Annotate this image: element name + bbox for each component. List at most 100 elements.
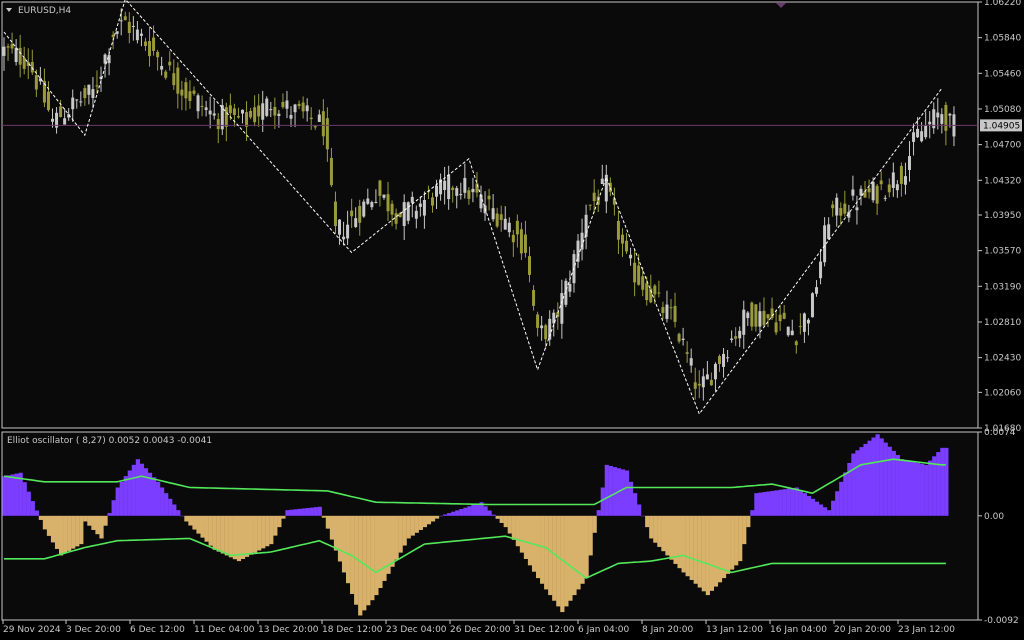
histogram-bar — [911, 462, 917, 516]
histogram-bar — [717, 515, 723, 583]
histogram-bar — [467, 506, 472, 516]
histogram-bar — [123, 476, 128, 516]
symbol-label: EURUSD,H4 — [18, 6, 71, 16]
histogram-bar — [592, 515, 597, 533]
histogram-bar — [382, 515, 387, 581]
histogram-bar — [139, 463, 145, 516]
histogram-bar — [244, 515, 250, 557]
histogram-bar — [398, 515, 403, 553]
histogram-bar — [814, 501, 820, 516]
time-tick-label: 16 Jan 04:00 — [770, 625, 827, 635]
histogram-bar — [285, 510, 290, 516]
histogram-bar — [91, 515, 96, 530]
histogram-bar — [653, 515, 658, 543]
histogram-bar — [103, 515, 108, 526]
histogram-bar — [176, 510, 181, 516]
histogram-bar — [790, 488, 795, 516]
histogram-bar — [434, 515, 440, 519]
histogram-bar — [451, 511, 456, 516]
histogram-bar — [156, 481, 161, 516]
main-pane[interactable] — [1, 1, 979, 429]
histogram-bar — [689, 515, 694, 580]
histogram-bar — [63, 515, 68, 554]
price-tick-label: 1.06220 — [984, 0, 1021, 8]
histogram-bar — [499, 515, 504, 523]
price-tick-label: 1.04700 — [984, 141, 1021, 151]
histogram-bar — [366, 515, 371, 606]
histogram-bar — [224, 515, 229, 556]
histogram-bar — [483, 506, 488, 516]
time-tick-label: 23 Jan 12:00 — [898, 625, 955, 635]
histogram-bar — [920, 463, 925, 516]
histogram-bar — [782, 489, 787, 516]
histogram-bar — [637, 504, 642, 516]
histogram-bar — [333, 515, 339, 551]
histogram-bar — [685, 515, 690, 577]
histogram-bar — [475, 503, 480, 516]
histogram-bar — [560, 515, 565, 613]
histogram-bar — [2, 476, 7, 516]
histogram-bar — [556, 515, 561, 607]
histogram-bar — [71, 515, 76, 549]
histogram-bar — [216, 515, 221, 552]
histogram-bar — [936, 452, 941, 516]
current-price-label: 1.04905 — [983, 121, 1020, 131]
histogram-bar — [879, 438, 884, 516]
histogram-bar — [38, 515, 43, 520]
time-tick-label: 31 Dec 12:00 — [514, 625, 575, 635]
histogram-bar — [418, 515, 423, 530]
time-tick-label: 23 Dec 04:00 — [386, 625, 447, 635]
histogram-bar — [95, 515, 100, 535]
histogram-bar — [289, 509, 294, 516]
histogram-bar — [806, 495, 812, 516]
histogram-bar — [871, 437, 876, 516]
histogram-bar — [204, 515, 209, 542]
histogram-bar — [867, 440, 872, 516]
histogram-bar — [26, 491, 31, 516]
histogram-bar — [572, 515, 577, 596]
histogram-bar — [576, 515, 581, 590]
histogram-bar — [548, 515, 553, 596]
histogram-bar — [111, 500, 116, 516]
histogram-bar — [297, 508, 302, 516]
histogram-bar — [208, 515, 213, 546]
price-tick-label: 1.04320 — [984, 176, 1021, 186]
histogram-bar — [273, 515, 278, 536]
histogram-bar — [758, 492, 763, 516]
candle — [362, 199, 366, 218]
histogram-bar — [855, 450, 860, 516]
histogram-bar — [67, 515, 72, 551]
histogram-bar — [665, 515, 670, 556]
histogram-bar — [184, 515, 189, 522]
price-tick-label: 1.05460 — [984, 69, 1021, 79]
histogram-bar — [127, 470, 132, 516]
oscillator-tick-label: 0.00 — [984, 512, 1004, 522]
histogram-bar — [265, 515, 270, 547]
histogram-bar — [649, 515, 654, 539]
trading-chart[interactable]: 1.06220 1.05840 1.05460 1.05080 1.04700 1.043… — [0, 0, 1024, 640]
histogram-bar — [766, 491, 771, 516]
histogram-bar — [738, 515, 743, 562]
histogram-bar — [79, 515, 84, 545]
histogram-bar — [677, 515, 682, 569]
histogram-bar — [228, 515, 233, 558]
histogram-bar — [200, 515, 205, 538]
histogram-bar — [394, 515, 399, 560]
histogram-bar — [42, 515, 48, 530]
histogram-bar — [6, 475, 11, 516]
histogram-bar — [293, 509, 298, 516]
histogram-bar — [818, 504, 824, 516]
histogram-bar — [851, 453, 856, 516]
histogram-bar — [341, 515, 347, 573]
histogram-bar — [269, 515, 274, 545]
histogram-bar — [778, 489, 783, 516]
histogram-bar — [552, 515, 557, 601]
oscillator-pane[interactable] — [1, 431, 979, 621]
histogram-bar — [669, 515, 674, 560]
histogram-bar — [46, 515, 52, 536]
histogram-bar — [261, 515, 266, 549]
histogram-bar — [172, 504, 177, 516]
histogram-bar — [596, 510, 601, 516]
time-tick-label: 13 Jan 12:00 — [706, 625, 763, 635]
histogram-bar — [511, 515, 516, 540]
